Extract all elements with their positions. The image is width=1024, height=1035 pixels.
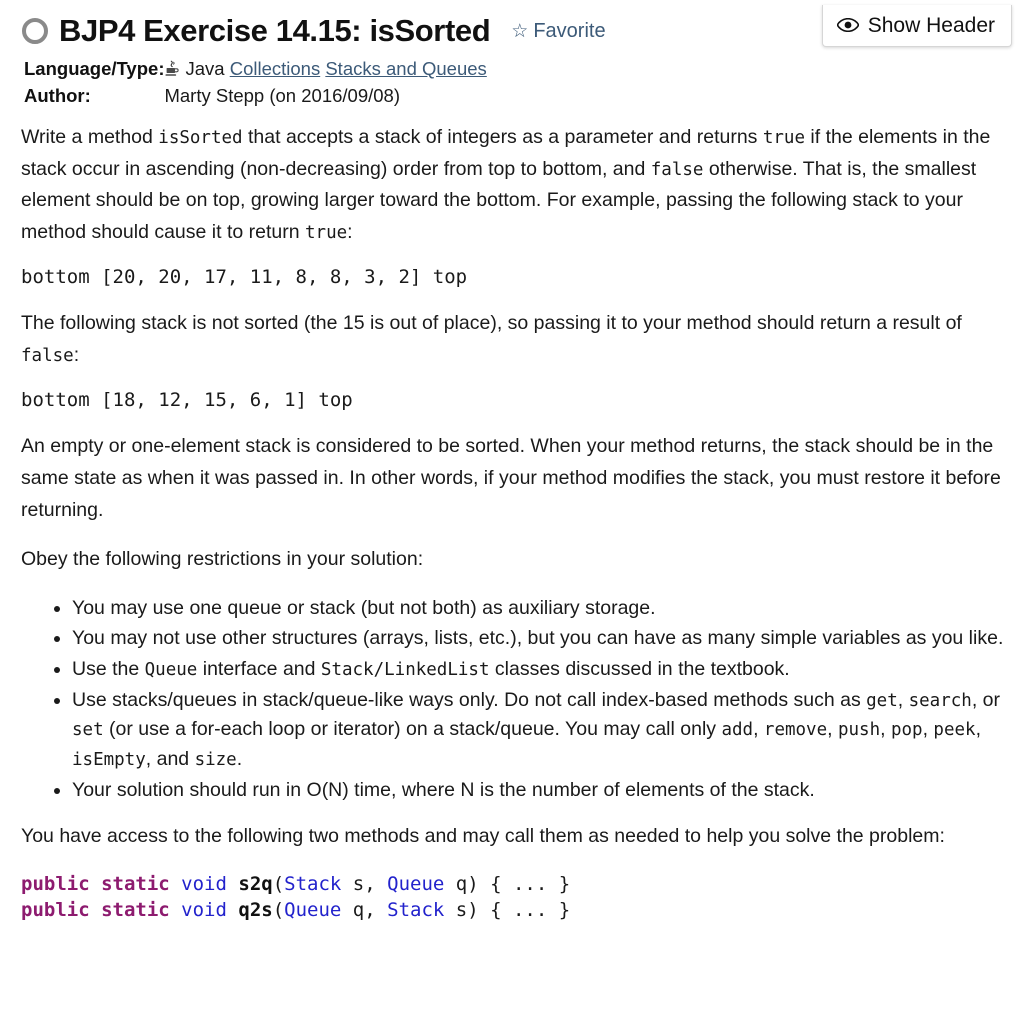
paragraph-4: Obey the following restrictions in your … — [21, 548, 424, 571]
list-item-text: , — [922, 718, 934, 741]
metadata-row-language: Language/Type: Java Collections Stacks a… — [24, 57, 487, 84]
p1-text-a: Write a method — [21, 126, 159, 148]
inline-code: size — [194, 749, 237, 770]
inline-code: remove — [763, 720, 828, 741]
author-value: Marty Stepp (on 2016/09/08) — [164, 85, 400, 106]
code-token-type: Queue — [387, 872, 445, 895]
p1-code-false: false — [650, 159, 704, 180]
exercise-description: Write a method isSorted that accepts a s… — [20, 122, 1006, 923]
inline-code: set — [72, 720, 104, 741]
list-item: Use the Queue interface and Stack/Linked… — [72, 655, 1006, 685]
list-item: Your solution should run in O(N) time, w… — [72, 776, 1006, 806]
unsolved-circle-icon[interactable] — [22, 18, 48, 44]
code-token-ret: void — [181, 898, 227, 921]
list-item-text: classes discussed in the textbook. — [489, 658, 790, 681]
list-item-text: interface and — [197, 658, 321, 681]
code-token-plain: s, — [341, 872, 388, 895]
p2-code-false: false — [21, 345, 74, 366]
stack-example-unsorted: bottom [18, 12, 15, 6, 1] top — [21, 389, 353, 412]
paragraph-1: Write a method isSorted that accepts a s… — [21, 122, 1006, 248]
metadata-table: Language/Type: Java Collections Stacks a… — [24, 57, 487, 108]
code-token-plain: q, — [341, 898, 388, 921]
list-item-text: , or — [971, 688, 1000, 711]
paragraph-3: An empty or one-element stack is conside… — [21, 435, 1001, 521]
list-item: You may use one queue or stack (but not … — [72, 594, 1006, 624]
code-token-fn: s2q — [238, 872, 273, 895]
exercise-page: BJP4 Exercise 14.15: isSorted ☆ Favorite… — [0, 11, 1024, 923]
list-item-text: , — [975, 718, 981, 741]
tag-link-collections[interactable]: Collections — [230, 58, 321, 79]
code-token-plain: ( — [272, 872, 285, 895]
code-token-type: Stack — [387, 898, 445, 921]
list-item-text: . — [236, 747, 243, 770]
list-item-text: , — [753, 718, 764, 741]
list-item-text: Your solution should run in O(N) time, w… — [72, 778, 815, 801]
list-item-text: , — [880, 718, 891, 741]
code-token-plain: ( — [272, 898, 285, 921]
p2-text-b: : — [73, 343, 80, 366]
inline-code: push — [837, 720, 881, 741]
inline-code: get — [866, 690, 898, 711]
helper-methods-code-block: public static void s2q(Stack s, Queue q)… — [21, 871, 1006, 923]
code-token-plain: q) { ... } — [444, 872, 571, 895]
language-label: Language/Type: — [24, 58, 165, 79]
list-item-text: Use stacks/queues in stack/queue-like wa… — [72, 688, 867, 711]
author-label: Author: — [24, 85, 91, 106]
p1-code-true-2: true — [305, 222, 348, 243]
p1-code-true-1: true — [762, 128, 806, 148]
p1-code-issorted: isSorted — [158, 128, 243, 148]
tag-link-stacks-and-queues[interactable]: Stacks and Queues — [325, 58, 486, 79]
code-token-type: Stack — [284, 872, 342, 895]
code-token-type: Queue — [284, 898, 342, 921]
language-value: Java — [185, 58, 225, 79]
eye-icon — [836, 17, 860, 36]
code-token-fn: q2s — [238, 898, 273, 921]
stack-example-sorted: bottom [20, 20, 17, 11, 8, 8, 3, 2] top — [21, 266, 468, 289]
list-item-text: (or use a for-each loop or iterator) on … — [103, 718, 722, 741]
star-icon: ☆ — [511, 20, 529, 42]
p1-text-e: : — [347, 220, 353, 243]
inline-code: isEmpty — [72, 749, 146, 770]
list-item-text: , — [897, 688, 909, 711]
paragraph-5: You have access to the following two met… — [21, 825, 945, 848]
page-title: BJP4 Exercise 14.15: isSorted — [59, 13, 491, 48]
java-coffee-cup-icon — [164, 60, 180, 83]
code-token-plain: s) { ... } — [444, 898, 571, 921]
list-item-text: , — [827, 718, 838, 741]
list-item-text: Use the — [72, 658, 145, 681]
list-item-text: You may not use other structures (arrays… — [72, 627, 1004, 650]
code-token-kw: public static — [21, 872, 182, 895]
restrictions-list: You may use one queue or stack (but not … — [20, 594, 1006, 805]
p1-text-b: that accepts a stack of integers as a pa… — [242, 126, 763, 148]
inline-code: pop — [890, 720, 923, 741]
list-item: Use stacks/queues in stack/queue-like wa… — [72, 686, 1006, 775]
inline-code: add — [721, 720, 754, 741]
inline-code: search — [908, 690, 972, 711]
list-item-text: , and — [145, 747, 195, 770]
favorite-label: Favorite — [533, 19, 606, 42]
inline-code: Stack/LinkedList — [320, 660, 490, 681]
paragraph-2: The following stack is not sorted (the 1… — [21, 308, 1006, 371]
inline-code: peek — [933, 720, 976, 741]
show-header-label: Show Header — [867, 14, 995, 37]
code-token-kw: public static — [21, 898, 182, 921]
language-value-cell: Java Collections Stacks and Queues — [164, 57, 487, 84]
list-item-text: You may use one queue or stack (but not … — [72, 596, 656, 619]
code-token-ret: void — [181, 872, 227, 895]
p2-text-a: The following stack is not sorted (the 1… — [21, 312, 962, 335]
list-item: You may not use other structures (arrays… — [72, 624, 1006, 654]
show-header-button[interactable]: Show Header — [821, 5, 1012, 47]
favorite-button[interactable]: ☆ Favorite — [511, 20, 605, 43]
inline-code: Queue — [144, 660, 198, 681]
metadata-row-author: Author: Marty Stepp (on 2016/09/08) — [24, 84, 487, 108]
